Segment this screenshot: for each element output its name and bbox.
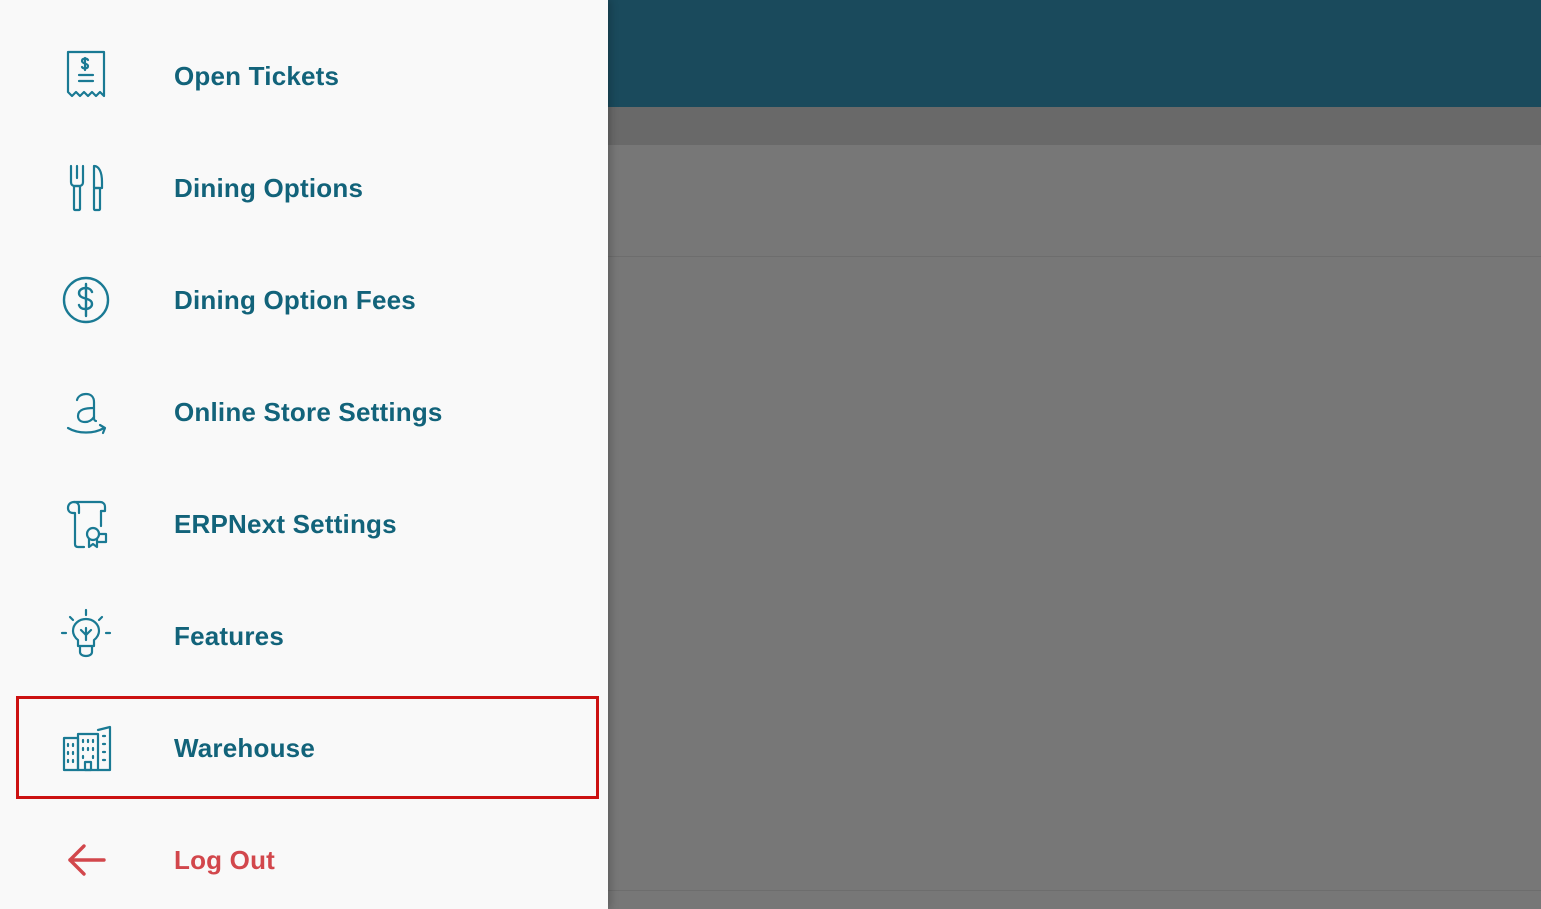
drawer-item-warehouse[interactable]: Warehouse <box>0 692 608 804</box>
certificate-scroll-icon <box>56 494 116 554</box>
drawer-item-log-out[interactable]: Log Out <box>0 804 608 909</box>
drawer-item-label: Warehouse <box>174 732 315 763</box>
drawer-item-label: Online Store Settings <box>174 396 443 427</box>
arrow-left-icon <box>56 830 116 890</box>
drawer-item-label: Features <box>174 620 284 651</box>
drawer-item-online-store-settings[interactable]: Online Store Settings <box>0 356 608 468</box>
drawer-item-label: Log Out <box>174 844 276 875</box>
drawer-item-label: Dining Option Fees <box>174 284 416 315</box>
drawer-item-label: Dining Options <box>174 172 364 203</box>
buildings-icon <box>56 718 116 778</box>
drawer-item-dining-options[interactable]: Dining Options <box>0 132 608 244</box>
fork-knife-icon <box>56 158 116 218</box>
drawer-item-label: ERPNext Settings <box>174 508 397 539</box>
lightbulb-icon <box>56 606 116 666</box>
drawer-item-erpnext-settings[interactable]: ERPNext Settings <box>0 468 608 580</box>
drawer-item-open-tickets[interactable]: Open Tickets <box>0 20 608 132</box>
drawer-item-features[interactable]: Features <box>0 580 608 692</box>
receipt-icon <box>56 46 116 106</box>
drawer-item-dining-option-fees[interactable]: Dining Option Fees <box>0 244 608 356</box>
drawer-item-label: Open Tickets <box>174 60 340 91</box>
amazon-icon <box>56 382 116 442</box>
navigation-drawer: Open Tickets Dining Options Dining Optio… <box>0 0 608 909</box>
app-screen: Open Tickets Dining Options Dining Optio… <box>0 0 1541 909</box>
dollar-circle-icon <box>56 270 116 330</box>
